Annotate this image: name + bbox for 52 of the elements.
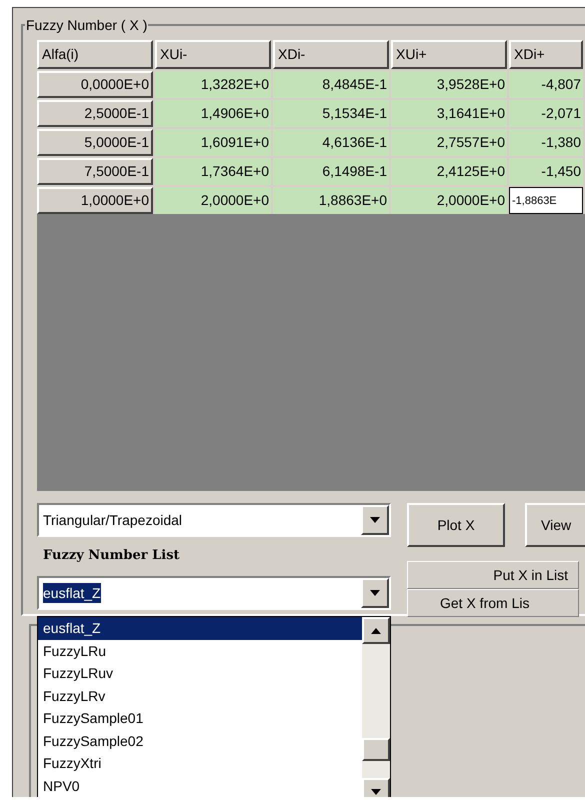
- row-header: 5,0000E-1: [37, 129, 153, 156]
- dropdown-button[interactable]: [361, 578, 389, 608]
- row-header: 1,0000E+0: [37, 187, 153, 214]
- dropdown-item[interactable]: eusflat_Z: [38, 617, 362, 640]
- column-header[interactable]: XUi+: [391, 40, 507, 69]
- table-cell: 3,1641E+0: [391, 100, 507, 127]
- table-cell: 2,4125E+0: [391, 158, 507, 185]
- caret-down-icon: [370, 590, 380, 596]
- scrollbar[interactable]: [362, 617, 390, 797]
- table-cell: -1,450: [509, 158, 583, 185]
- scroll-thumb[interactable]: [362, 738, 390, 761]
- row-header: 2,5000E-1: [37, 100, 153, 127]
- row-header: 7,5000E-1: [37, 158, 153, 185]
- row-header: 0,0000E+0: [37, 71, 153, 98]
- list-combo-value: eusflat_Z: [43, 583, 101, 603]
- caret-down-icon: [370, 517, 380, 523]
- action-button[interactable]: Plot X: [407, 503, 505, 547]
- table-cell: 4,6136E-1: [273, 129, 389, 156]
- dropdown-item[interactable]: FuzzyLRu: [38, 640, 362, 662]
- list-combo[interactable]: eusflat_Z: [37, 576, 391, 610]
- table-cell: -1,380: [509, 129, 583, 156]
- table-cell: 2,0000E+0: [391, 187, 507, 214]
- table-cell: 1,7364E+0: [155, 158, 271, 185]
- table-cell: 3,9528E+0: [391, 71, 507, 98]
- column-header[interactable]: XDi-: [273, 40, 389, 69]
- table-cell: 1,4906E+0: [155, 100, 271, 127]
- list-button[interactable]: Get X from Lis: [407, 589, 579, 617]
- table-cell: 2,0000E+0: [155, 187, 271, 214]
- cell-editor[interactable]: -1,8863E: [509, 187, 583, 214]
- table-cell: 1,6091E+0: [155, 129, 271, 156]
- column-header[interactable]: XUi-: [155, 40, 271, 69]
- type-combo-value: Triangular/Trapezoidal: [42, 510, 182, 530]
- table-cell: 2,7557E+0: [391, 129, 507, 156]
- list-label: Fuzzy Number List: [43, 547, 181, 565]
- table-cell: 6,1498E-1: [273, 158, 389, 185]
- group-title: Fuzzy Number ( X ): [25, 16, 148, 34]
- table-cell: -4,807: [509, 71, 583, 98]
- table-cell: 5,1534E-1: [273, 100, 389, 127]
- type-combo[interactable]: Triangular/Trapezoidal: [37, 503, 391, 537]
- caret-up-icon: [371, 628, 381, 634]
- dropdown-button[interactable]: [361, 505, 389, 535]
- table-cell: 8,4845E-1: [273, 71, 389, 98]
- table-cell: -2,071: [509, 100, 583, 127]
- table-cell: 1,3282E+0: [155, 71, 271, 98]
- column-header[interactable]: Alfa(i): [37, 40, 153, 69]
- list-button[interactable]: Put X in List: [407, 561, 579, 589]
- action-button[interactable]: View: [525, 503, 585, 547]
- scroll-up-button[interactable]: [362, 617, 390, 644]
- column-header[interactable]: XDi+: [509, 40, 583, 69]
- table-cell: 1,8863E+0: [273, 187, 389, 214]
- scroll-down-button[interactable]: [362, 778, 390, 797]
- caret-down-icon: [371, 788, 381, 794]
